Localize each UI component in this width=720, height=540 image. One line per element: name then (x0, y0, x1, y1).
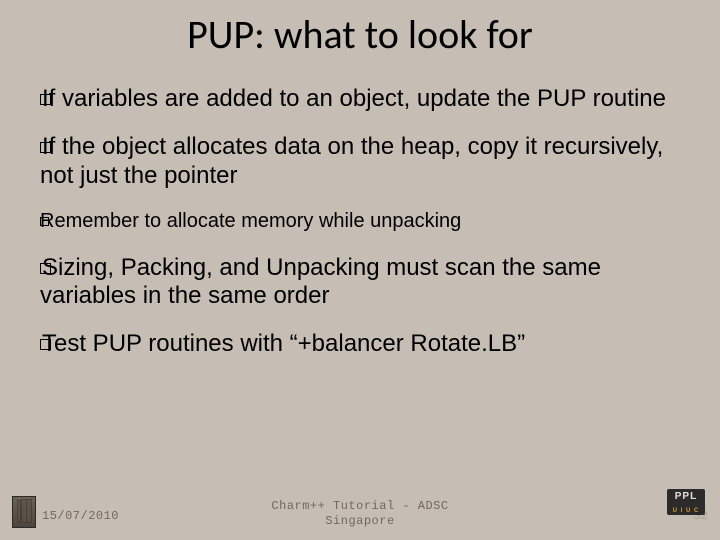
bullet-text: Test PUP routines with “+balancer Rotate… (42, 330, 525, 357)
slide-body: If variables are added to an object, upd… (40, 85, 680, 378)
ppl-logo-top-text: PPL (667, 491, 705, 502)
bullet-item: Sizing, Packing, and Unpacking must scan… (40, 254, 680, 311)
footer-center-line1: Charm++ Tutorial - ADSC (271, 499, 448, 513)
bullet-item: Remember to allocate memory while unpack… (40, 210, 680, 234)
slide-title: PUP: what to look for (0, 10, 720, 59)
ppl-logo-bottom-text: U I U C (667, 508, 705, 514)
slide: PUP: what to look for If variables are a… (0, 0, 720, 540)
footer-center: Charm++ Tutorial - ADSC Singapore (0, 499, 720, 528)
bullet-item: If the object allocates data on the heap… (40, 133, 680, 190)
bullet-text: If variables are added to an object, upd… (42, 85, 666, 112)
footer-center-line2: Singapore (325, 514, 394, 528)
bullet-text: Remember to allocate memory while unpack… (40, 210, 461, 232)
ppl-logo-icon: PPL U I U C (667, 489, 705, 515)
bullet-text: If the object allocates data on the heap… (40, 133, 663, 188)
bullet-item: If variables are added to an object, upd… (40, 85, 680, 113)
bullet-text: Sizing, Packing, and Unpacking must scan… (40, 254, 601, 309)
bullet-item: Test PUP routines with “+balancer Rotate… (40, 330, 680, 358)
